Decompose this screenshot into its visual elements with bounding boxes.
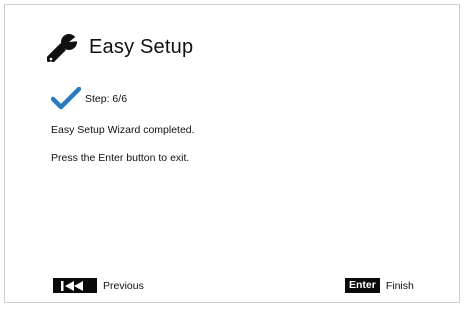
step-label: Step: 6/6 <box>85 93 128 105</box>
enter-key[interactable]: Enter <box>345 278 380 293</box>
skip-back-icon <box>61 280 83 291</box>
step-indicator: Step: 6/6 <box>51 87 127 111</box>
finish-button[interactable]: Enter Finish <box>345 278 414 293</box>
header: Easy Setup <box>47 32 193 62</box>
page-title: Easy Setup <box>89 35 194 58</box>
exit-instruction: Press the Enter button to exit. <box>51 152 190 164</box>
finish-label: Finish <box>385 279 414 292</box>
wrench-icon <box>47 34 80 62</box>
previous-label: Previous <box>103 279 144 292</box>
previous-key[interactable] <box>53 278 97 293</box>
easy-setup-screen: Easy Setup Step: 6/6 Easy Setup Wizard c… <box>4 4 460 303</box>
completed-message: Easy Setup Wizard completed. <box>51 124 195 136</box>
previous-button[interactable]: Previous <box>53 278 144 293</box>
checkmark-icon <box>51 87 81 110</box>
